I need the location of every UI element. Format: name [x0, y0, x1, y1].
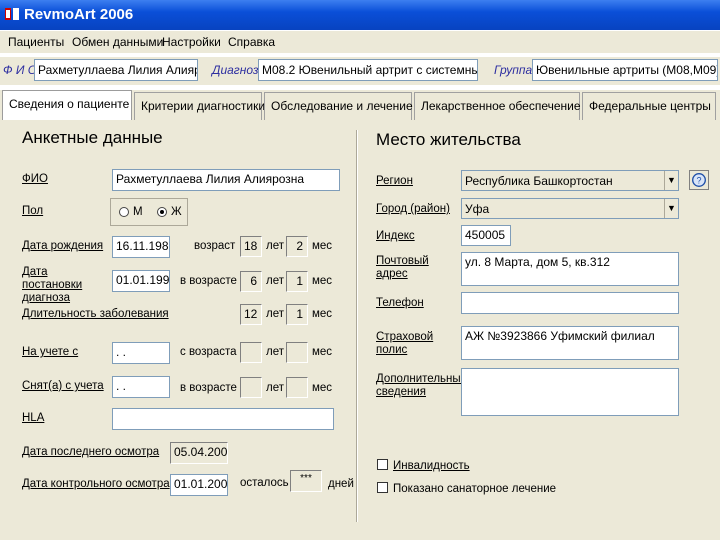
dropdown-arrow-icon[interactable]: ▼ [664, 199, 678, 218]
region-select[interactable]: Республика Башкортостан ▼ [461, 170, 679, 191]
fio-field[interactable]: Рахметуллаева Лилия Алиярозна [112, 169, 340, 191]
menu-help[interactable]: Справка [228, 35, 275, 49]
sex-f-label: Ж [171, 206, 182, 218]
removed-years-value [240, 377, 262, 398]
index-field[interactable]: 450005 [461, 225, 511, 246]
filter-group-field[interactable]: Ювенильные артриты (М08,М09) [532, 59, 718, 81]
fio-label: ФИО [22, 173, 48, 185]
duration-years-label: лет [266, 308, 284, 320]
age-label: возраст [194, 240, 236, 252]
menu-data-exchange[interactable]: Обмен данными [72, 35, 163, 49]
sex-m-radio[interactable] [119, 207, 129, 217]
filter-diagnosis-field[interactable]: М08.2 Ювенильный артрит с системным нача [258, 59, 478, 81]
registered-label: На учете с [22, 346, 79, 358]
tab-diagnostic-criteria[interactable]: Критерии диагностики [134, 92, 265, 120]
hla-field[interactable] [112, 408, 334, 430]
filter-diagnosis-label: Диагноз [212, 63, 259, 77]
remaining-label: осталось [240, 477, 289, 489]
help-icon-glyph: ? [692, 173, 706, 187]
personal-data-title: Анкетные данные [22, 128, 163, 147]
duration-months-label: мес [312, 308, 333, 320]
window-title: RevmoArt 2006 [24, 6, 134, 23]
diagnosis-months-label: мес [312, 275, 333, 287]
insurance-field[interactable]: АЖ №3923866 Уфимский филиал [461, 326, 679, 360]
sex-m-label: М [133, 206, 143, 218]
control-exam-label: Дата контрольного осмотра [22, 478, 170, 490]
residence-title: Место жительства [376, 130, 521, 149]
removed-label: Снят(а) с учета [22, 380, 104, 392]
address-label: Почтовый адрес [376, 255, 429, 280]
region-select-value: Республика Башкортостан [465, 174, 613, 188]
svg-text:?: ? [696, 176, 701, 186]
sanatorium-label: Показано санаторное лечение [393, 483, 557, 495]
hla-label: HLA [22, 412, 45, 424]
disability-label: Инвалидность [393, 460, 470, 472]
dropdown-arrow-icon[interactable]: ▼ [664, 171, 678, 190]
diagnosis-years-label: лет [266, 275, 284, 287]
tab-examination-treatment[interactable]: Обследование и лечение [264, 92, 413, 120]
diagnosis-at-age-label: в возрасте [180, 275, 237, 287]
sex-radio-group: М Ж [110, 198, 188, 226]
tab-federal-centers[interactable]: Федеральные центры [582, 92, 716, 120]
removed-months-label: мес [312, 382, 333, 394]
menu-patients[interactable]: Пациенты [8, 35, 64, 49]
months-label: мес [312, 240, 333, 252]
diagnosis-months-value: 1 [286, 271, 308, 292]
removed-date-field[interactable]: . . [112, 376, 170, 398]
diagnosis-years-value: 6 [240, 271, 262, 292]
duration-months-value: 1 [286, 304, 308, 325]
extra-info-label: Дополнительные сведения [376, 373, 468, 398]
age-months-value: 2 [286, 236, 308, 257]
registered-from-age-label: с возраста [180, 346, 237, 358]
city-select[interactable]: Уфа ▼ [461, 198, 679, 219]
sanatorium-checkbox[interactable] [377, 482, 388, 493]
city-label: Город (район) [376, 203, 450, 215]
last-exam-label: Дата последнего осмотра [22, 446, 160, 458]
control-exam-date-field[interactable]: 01.01.2004 [170, 474, 228, 496]
tab-drug-supply[interactable]: Лекарственное обеспечение [414, 92, 581, 120]
city-select-value: Уфа [465, 202, 490, 216]
patient-filter-bar: Ф И О Рахметуллаева Лилия Алиярозна Диаг… [0, 57, 720, 85]
help-icon[interactable]: ? [689, 170, 709, 190]
birth-date-label: Дата рождения [22, 240, 104, 252]
filter-group-label: Группа [494, 63, 533, 77]
disability-checkbox[interactable] [377, 459, 388, 470]
extra-info-field[interactable] [461, 368, 679, 416]
removed-months-value [286, 377, 308, 398]
years-label: лет [266, 240, 284, 252]
removed-at-age-label: в возрасте [180, 382, 237, 394]
region-label: Регион [376, 175, 413, 187]
days-label: дней [328, 478, 354, 490]
insurance-label: Страховой полис [376, 331, 434, 356]
column-divider [356, 130, 358, 522]
registered-date-field[interactable]: . . [112, 342, 170, 364]
sex-f-radio[interactable] [157, 207, 167, 217]
phone-field[interactable] [461, 292, 679, 314]
remaining-days-value: *** [290, 470, 322, 492]
registered-months-label: мес [312, 346, 333, 358]
age-years-value: 18 [240, 236, 262, 257]
duration-years-value: 12 [240, 304, 262, 325]
app-icon [5, 8, 19, 20]
registered-years-label: лет [266, 346, 284, 358]
phone-label: Телефон [376, 297, 424, 309]
diagnosis-date-label: Дата постановки диагноза [22, 266, 83, 304]
address-field[interactable]: ул. 8 Марта, дом 5, кв.312 [461, 252, 679, 286]
tab-bar: Сведения о пациенте Критерии диагностики… [0, 90, 720, 120]
menu-bar: Пациенты Обмен данными Настройки Справка [0, 31, 720, 53]
title-bar: RevmoArt 2006 [0, 0, 720, 30]
tab-patient-info[interactable]: Сведения о пациенте [2, 90, 132, 120]
disease-duration-label: Длительность заболевания [22, 308, 169, 320]
index-label: Индекс [376, 230, 415, 242]
removed-years-label: лет [266, 382, 284, 394]
registered-months-value [286, 342, 308, 363]
registered-years-value [240, 342, 262, 363]
sex-label: Пол [22, 205, 44, 217]
filter-fio-label: Ф И О [3, 63, 38, 77]
filter-fio-field[interactable]: Рахметуллаева Лилия Алиярозна [34, 59, 198, 81]
last-exam-date-value: 05.04.2005 [170, 442, 228, 464]
diagnosis-date-field[interactable]: 01.01.1995 [112, 270, 170, 292]
birth-date-field[interactable]: 16.11.1988 [112, 236, 170, 258]
menu-settings[interactable]: Настройки [162, 35, 221, 49]
